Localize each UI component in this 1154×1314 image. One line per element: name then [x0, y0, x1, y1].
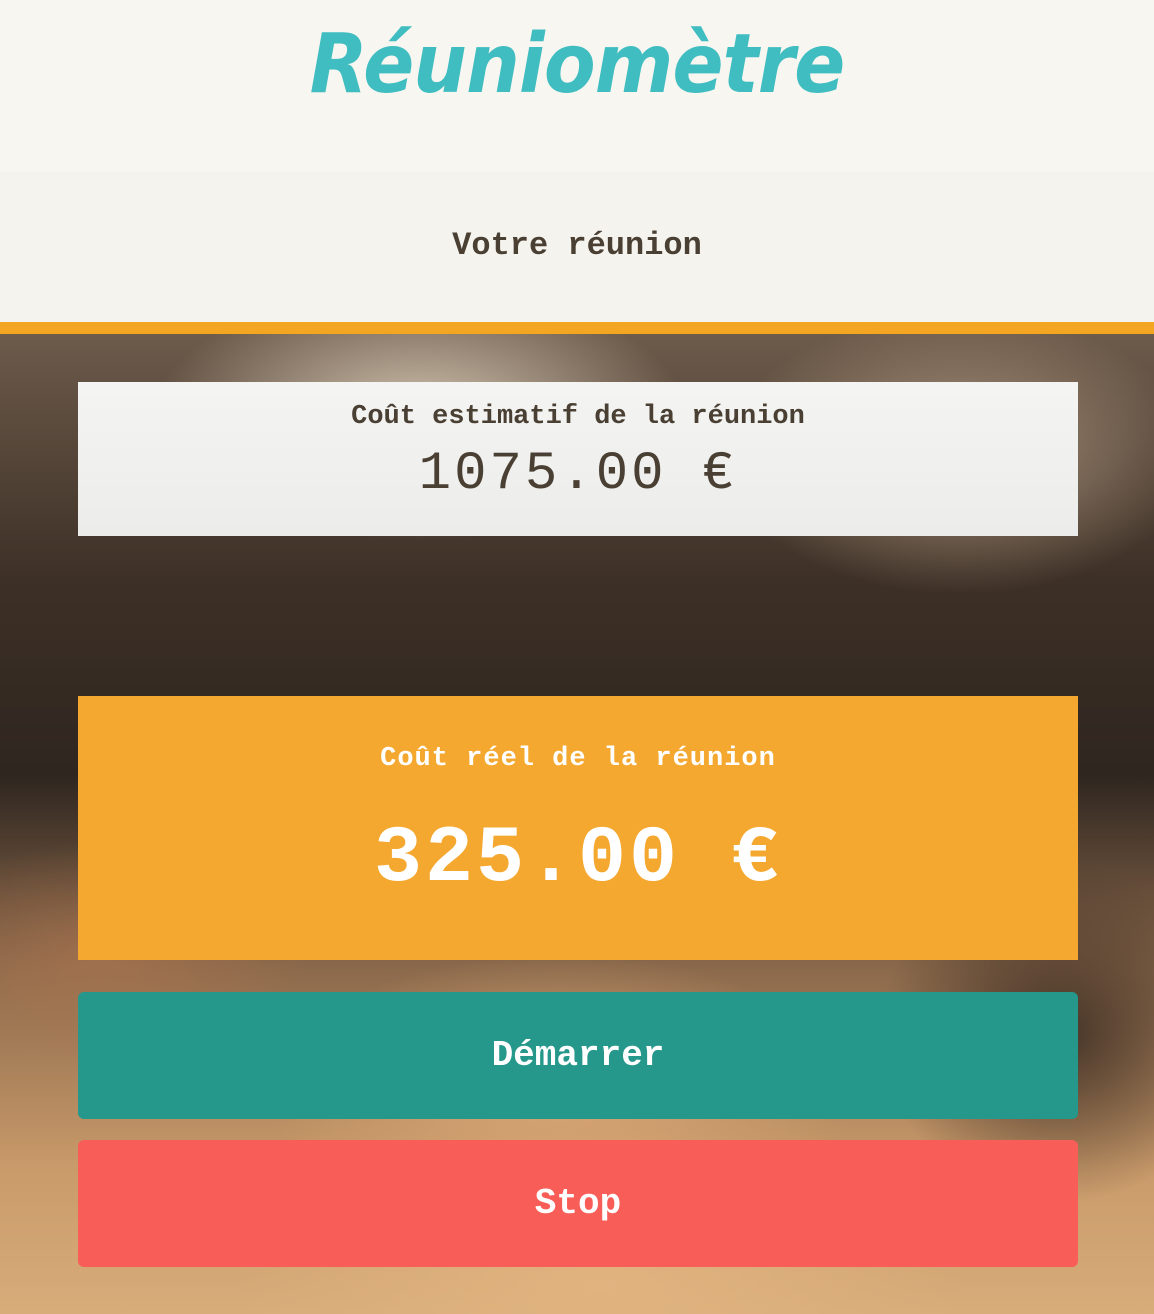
actual-cost-card: Coût réel de la réunion 325.00 € [78, 696, 1078, 960]
accent-divider [0, 322, 1154, 334]
estimated-cost-label: Coût estimatif de la réunion [351, 402, 805, 432]
estimated-cost-value: 1075.00 € [418, 444, 738, 505]
subheader: Votre réunion [0, 172, 1154, 322]
estimated-cost-card: Coût estimatif de la réunion 1075.00 € [78, 382, 1078, 536]
stop-button[interactable]: Stop [78, 1140, 1078, 1267]
actual-cost-value: 325.00 € [373, 814, 783, 905]
app-logo[interactable]: Réuniomètre [46, 10, 1108, 120]
header: Réuniomètre [0, 0, 1154, 172]
actual-cost-label: Coût réel de la réunion [380, 744, 776, 774]
page-title: Votre réunion [452, 227, 702, 264]
start-button[interactable]: Démarrer [78, 992, 1078, 1119]
